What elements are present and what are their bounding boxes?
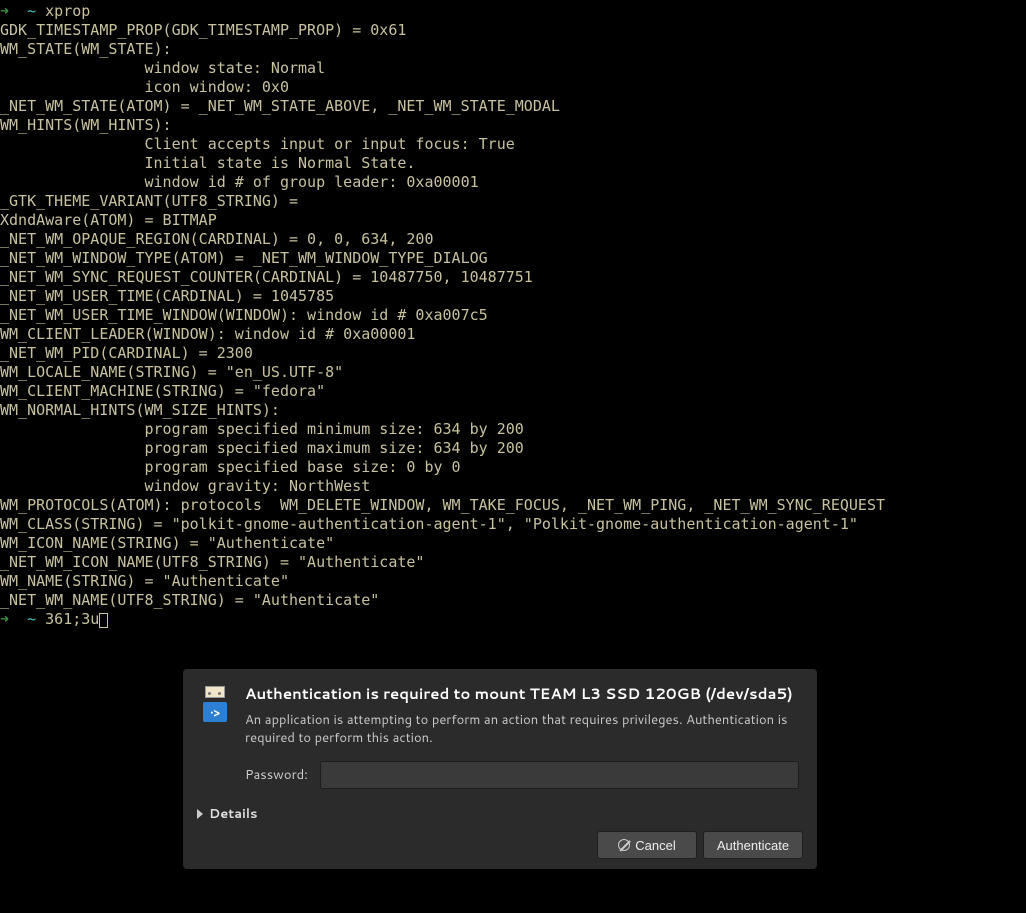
drive-auth-icon: ·> bbox=[201, 686, 229, 724]
details-label: Details bbox=[209, 805, 258, 823]
chevron-right-icon bbox=[197, 809, 203, 819]
cancel-button[interactable]: Cancel bbox=[597, 831, 697, 859]
cancel-icon bbox=[618, 839, 630, 851]
dialog-description: An application is attempting to perform … bbox=[245, 712, 799, 747]
dialog-title: Authentication is required to mount TEAM… bbox=[245, 683, 799, 704]
auth-dialog: ·> Authentication is required to mount T… bbox=[183, 669, 817, 869]
terminal-output: ➜ ~ xprop GDK_TIMESTAMP_PROP(GDK_TIMESTA… bbox=[0, 0, 1026, 631]
exec-badge-icon: ·> bbox=[203, 702, 227, 722]
password-label: Password: bbox=[245, 766, 308, 784]
password-input[interactable] bbox=[320, 761, 799, 789]
authenticate-button[interactable]: Authenticate bbox=[703, 831, 803, 859]
authenticate-button-label: Authenticate bbox=[717, 838, 789, 853]
cancel-button-label: Cancel bbox=[635, 838, 675, 853]
details-expander[interactable]: Details bbox=[183, 797, 817, 831]
